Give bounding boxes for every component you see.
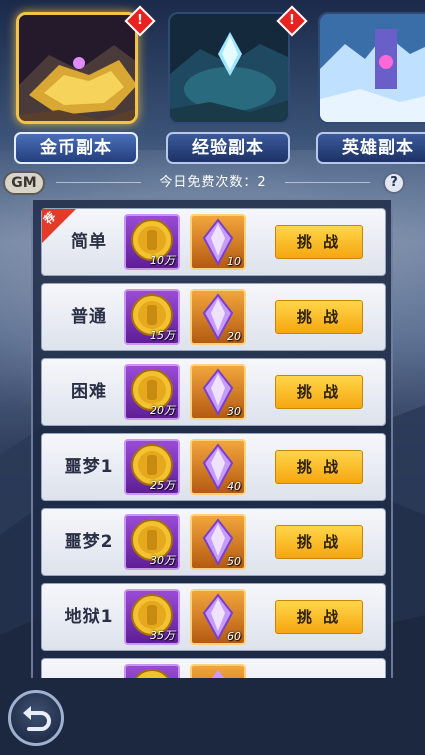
coin-amount: 10万 [150,254,175,267]
level-name: 简单 [71,232,107,252]
gem-reward: 20 [190,289,246,345]
challenge-button[interactable]: 挑 战 [275,300,363,334]
coin-reward: 20万 [124,364,180,420]
coin-amount: 30万 [150,554,175,567]
gem-reward: 40 [190,439,246,495]
tab-gold-dungeon[interactable]: ! 金币副本 [12,5,156,164]
exp-dungeon-thumbnail [168,12,290,124]
gem-reward: 60 [190,589,246,645]
level-list[interactable]: 荐 简单 10万 10 挑 战 普通 15万 20 挑 战 困难 20万 30 … [31,198,393,678]
coin-reward: 30万 [124,514,180,570]
back-button[interactable] [8,690,64,746]
tab-hero-dungeon[interactable]: 英雄副本 [314,6,425,164]
gem-reward: 50 [190,514,246,570]
help-button[interactable]: ? [383,172,405,194]
coin-reward: 35万 [124,589,180,645]
level-row: 噩梦1 25万 40 挑 战 [41,433,386,501]
gem-amount: 50 [227,555,241,568]
gem-amount: 30 [227,405,241,418]
gold-dungeon-thumbnail [16,12,138,124]
gem-reward: 30 [190,364,246,420]
tab-label: 经验副本 [166,132,290,164]
free-attempts-text: 今日免费次数：2 [159,175,267,190]
gold-coin-icon [134,669,170,678]
level-row-partial [41,658,386,678]
level-row: 地狱1 35万 60 挑 战 [41,583,386,651]
level-row: 普通 15万 20 挑 战 [41,283,386,351]
return-arrow-icon [23,706,51,731]
coin-amount: 25万 [150,479,175,492]
coin-reward: 15万 [124,289,180,345]
gem-reward [190,664,246,678]
gm-button[interactable]: GM [3,171,45,195]
level-name: 困难 [71,382,107,402]
coin-reward: 10万 [124,214,180,270]
level-name: 噩梦1 [64,457,114,477]
hero-dungeon-thumbnail [318,12,425,124]
challenge-button[interactable]: 挑 战 [275,450,363,484]
coin-reward [124,664,180,678]
gem-amount: 40 [227,480,241,493]
challenge-button[interactable]: 挑 战 [275,375,363,409]
level-row: 困难 20万 30 挑 战 [41,358,386,426]
level-name: 噩梦2 [64,532,114,552]
level-row: 荐 简单 10万 10 挑 战 [41,208,386,276]
coin-amount: 15万 [150,329,175,342]
tab-exp-dungeon[interactable]: ! 经验副本 [164,5,308,164]
challenge-button[interactable]: 挑 战 [275,600,363,634]
challenge-button[interactable]: 挑 战 [275,525,363,559]
gem-amount: 60 [227,630,241,643]
tab-label: 英雄副本 [316,132,425,164]
level-row: 噩梦2 30万 50 挑 战 [41,508,386,576]
gem-amount: 20 [227,330,241,343]
tab-label: 金币副本 [14,132,138,164]
challenge-button[interactable]: 挑 战 [275,225,363,259]
free-attempts-bar: 今日免费次数：2 [48,173,378,193]
gem-amount: 10 [227,255,241,268]
coin-amount: 20万 [150,404,175,417]
coin-amount: 35万 [150,629,175,642]
coin-reward: 25万 [124,439,180,495]
level-name: 地狱1 [64,607,114,627]
level-name: 普通 [71,307,107,327]
gem-reward: 10 [190,214,246,270]
purple-crystal-icon [211,670,225,678]
